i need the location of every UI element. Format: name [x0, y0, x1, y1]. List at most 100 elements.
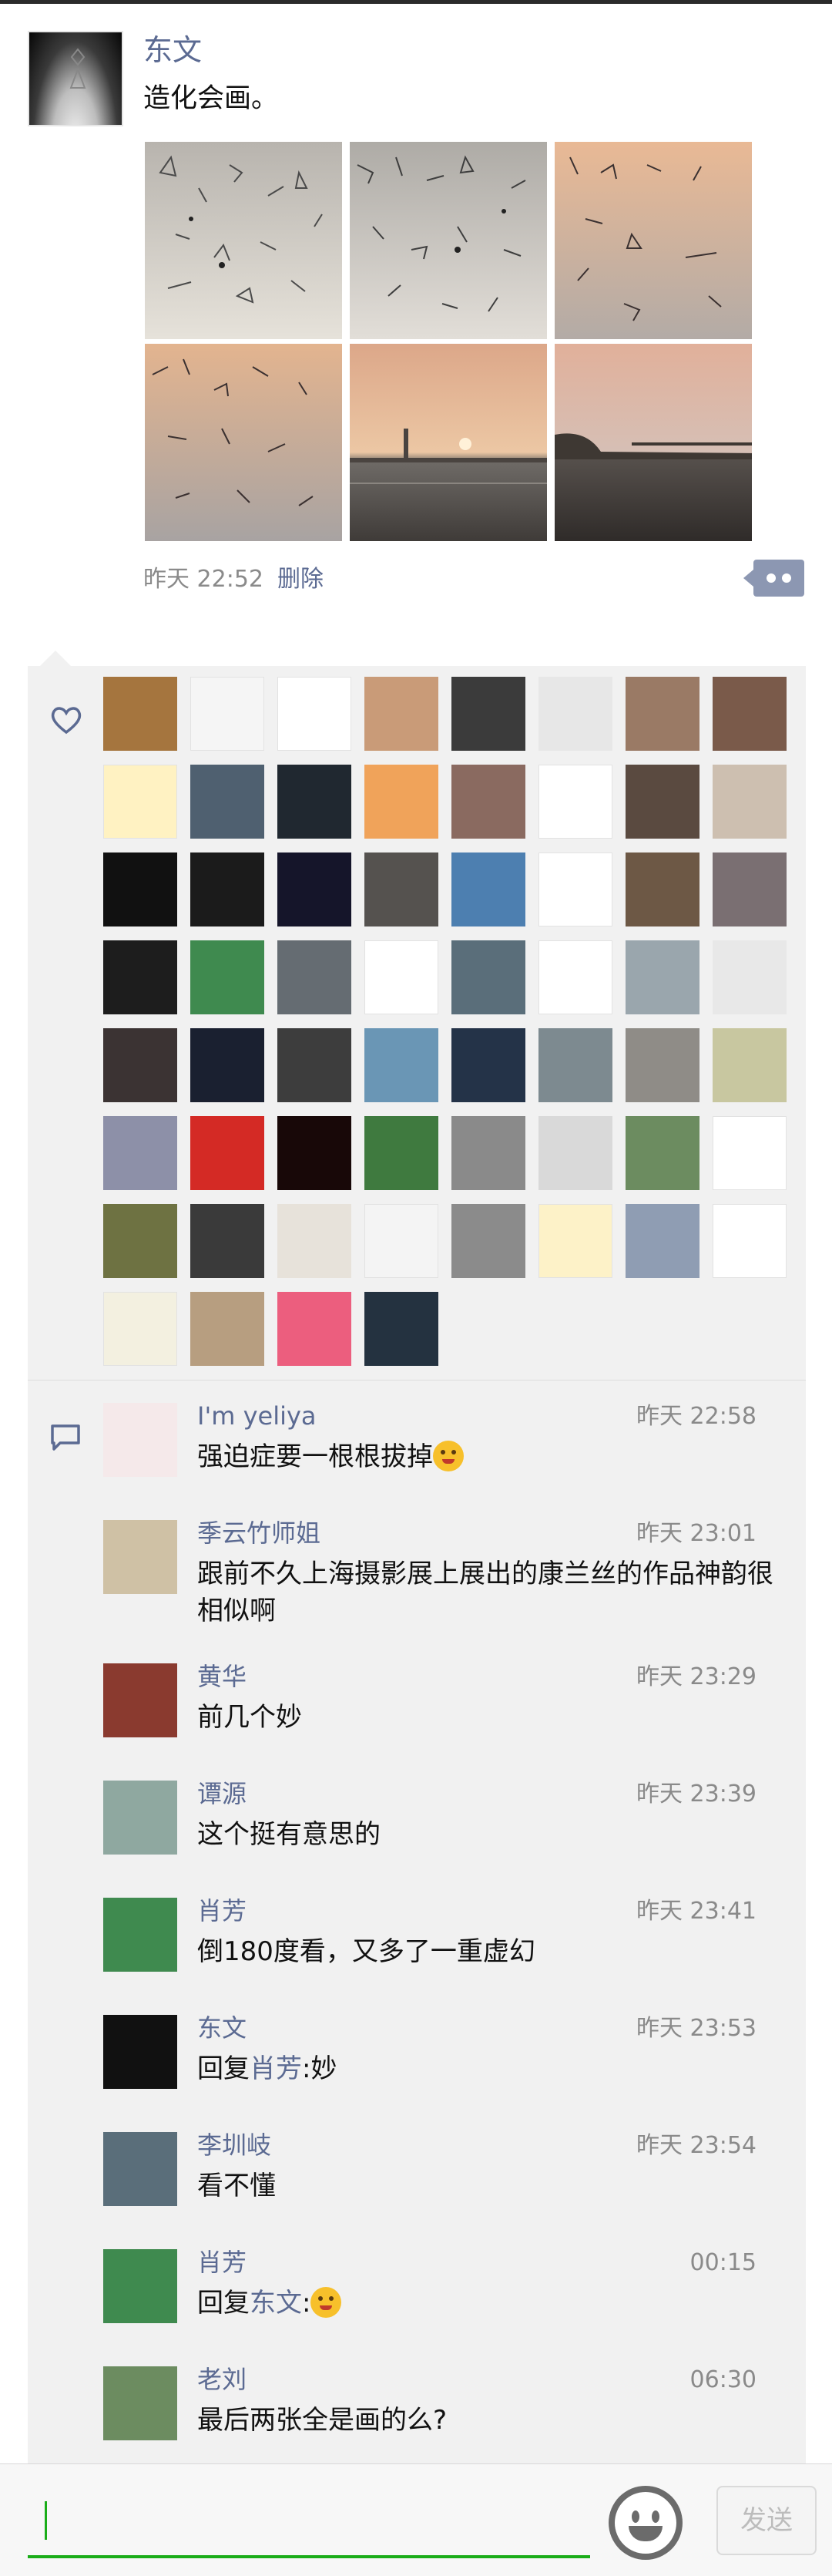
like-avatar[interactable] — [538, 677, 612, 751]
commenter-name[interactable]: I'm yeliya — [197, 1398, 317, 1434]
like-avatar[interactable] — [103, 1204, 177, 1278]
emoji-button[interactable] — [609, 2486, 683, 2560]
like-avatar[interactable] — [626, 1028, 699, 1102]
like-avatar[interactable] — [277, 1292, 351, 1366]
like-avatar[interactable] — [626, 1116, 699, 1190]
like-avatar[interactable] — [713, 677, 787, 751]
like-avatar[interactable] — [364, 1028, 438, 1102]
send-button[interactable]: 发送 — [716, 2486, 817, 2555]
like-avatar[interactable] — [713, 1116, 787, 1190]
comment-item[interactable]: I'm yeliya 昨天 22:58 强迫症要一根根拔掉 — [28, 1401, 806, 1518]
commenter-name[interactable]: 李圳岐 — [197, 2127, 271, 2163]
commenter-name[interactable]: 黄华 — [197, 1659, 247, 1694]
commenter-avatar[interactable] — [103, 1781, 177, 1855]
commenter-avatar[interactable] — [103, 1663, 177, 1737]
post-photo[interactable] — [350, 344, 547, 541]
post-photo[interactable] — [145, 142, 342, 339]
like-avatar[interactable] — [190, 1292, 264, 1366]
comment-item[interactable]: 黄华 昨天 23:29 前几个妙 — [28, 1662, 806, 1779]
commenter-name[interactable]: 老刘 — [197, 2362, 247, 2397]
like-avatar[interactable] — [713, 853, 787, 926]
like-avatar[interactable] — [538, 1116, 612, 1190]
like-avatar[interactable] — [103, 677, 177, 751]
post-photo[interactable] — [350, 142, 547, 339]
commenter-avatar[interactable] — [103, 2366, 177, 2440]
like-avatar[interactable] — [277, 940, 351, 1014]
post-photo[interactable] — [145, 344, 342, 541]
like-avatar[interactable] — [103, 765, 177, 839]
commenter-name[interactable]: 谭源 — [197, 1776, 247, 1811]
like-avatar[interactable] — [538, 765, 612, 839]
like-avatar[interactable] — [713, 1204, 787, 1278]
like-avatar[interactable] — [277, 1116, 351, 1190]
like-avatar[interactable] — [538, 853, 612, 926]
comment-item[interactable]: 李圳岐 昨天 23:54 看不懂 — [28, 2130, 806, 2248]
author-avatar[interactable] — [28, 31, 123, 126]
like-avatar[interactable] — [103, 1116, 177, 1190]
like-avatar[interactable] — [190, 1204, 264, 1278]
like-avatar[interactable] — [364, 1204, 438, 1278]
like-avatar[interactable] — [451, 940, 525, 1014]
commenter-avatar[interactable] — [103, 1898, 177, 1972]
like-avatar[interactable] — [277, 677, 351, 751]
like-avatar[interactable] — [277, 1028, 351, 1102]
delete-link[interactable]: 删除 — [277, 566, 324, 593]
like-avatar[interactable] — [364, 940, 438, 1014]
comment-item[interactable]: 季云竹师姐 昨天 23:01 跟前不久上海摄影展上展出的康兰丝的作品神韵很相似啊 — [28, 1518, 806, 1636]
like-avatar[interactable] — [451, 853, 525, 926]
like-avatar[interactable] — [626, 940, 699, 1014]
commenter-avatar[interactable] — [103, 1520, 177, 1594]
like-avatar[interactable] — [103, 1292, 177, 1366]
post-action-button[interactable] — [743, 560, 804, 597]
like-avatar[interactable] — [451, 1116, 525, 1190]
commenter-avatar[interactable] — [103, 2132, 177, 2206]
like-avatar[interactable] — [451, 1204, 525, 1278]
like-avatar[interactable] — [364, 677, 438, 751]
like-avatar[interactable] — [277, 853, 351, 926]
like-avatar[interactable] — [451, 677, 525, 751]
like-avatar[interactable] — [364, 1116, 438, 1190]
comment-item[interactable]: 东文 昨天 23:53 回复肖芳:妙 — [28, 2013, 806, 2130]
like-avatar[interactable] — [626, 677, 699, 751]
like-avatar[interactable] — [626, 853, 699, 926]
like-avatar[interactable] — [713, 940, 787, 1014]
like-avatar[interactable] — [364, 1292, 438, 1366]
commenter-name[interactable]: 肖芳 — [197, 1893, 247, 1929]
like-avatar[interactable] — [190, 765, 264, 839]
like-avatar[interactable] — [103, 853, 177, 926]
like-avatar[interactable] — [103, 940, 177, 1014]
commenter-name[interactable]: 季云竹师姐 — [197, 1515, 320, 1551]
like-avatar[interactable] — [538, 1028, 612, 1102]
like-avatar[interactable] — [626, 1204, 699, 1278]
post-author-name[interactable]: 东文 — [143, 31, 202, 69]
like-avatar[interactable] — [277, 1204, 351, 1278]
like-avatar[interactable] — [190, 853, 264, 926]
like-avatar[interactable] — [538, 940, 612, 1014]
like-avatar[interactable] — [277, 765, 351, 839]
like-avatar[interactable] — [190, 1028, 264, 1102]
like-avatar[interactable] — [103, 1028, 177, 1102]
like-avatar[interactable] — [626, 765, 699, 839]
reply-target-name[interactable]: 肖芳 — [250, 2053, 302, 2084]
comment-item[interactable]: 谭源 昨天 23:39 这个挺有意思的 — [28, 1779, 806, 1896]
post-photo[interactable] — [555, 142, 752, 339]
reply-target-name[interactable]: 东文 — [250, 2288, 302, 2319]
like-avatar[interactable] — [713, 765, 787, 839]
comment-item[interactable]: 肖芳 昨天 23:41 倒180度看，又多了一重虚幻 — [28, 1896, 806, 2013]
commenter-avatar[interactable] — [103, 2249, 177, 2323]
commenter-avatar[interactable] — [103, 2015, 177, 2089]
like-avatar[interactable] — [451, 765, 525, 839]
commenter-name[interactable]: 肖芳 — [197, 2245, 247, 2280]
post-photo[interactable] — [555, 344, 752, 541]
like-avatar[interactable] — [190, 1116, 264, 1190]
like-avatar[interactable] — [364, 853, 438, 926]
like-avatar[interactable] — [451, 1028, 525, 1102]
commenter-name[interactable]: 东文 — [197, 2010, 247, 2046]
like-avatar[interactable] — [538, 1204, 612, 1278]
like-avatar[interactable] — [190, 940, 264, 1014]
commenter-avatar[interactable] — [103, 1403, 177, 1477]
like-avatar[interactable] — [364, 765, 438, 839]
like-avatar[interactable] — [190, 677, 264, 751]
comment-item[interactable]: 肖芳 00:15 回复东文: — [28, 2248, 806, 2365]
like-avatar[interactable] — [713, 1028, 787, 1102]
